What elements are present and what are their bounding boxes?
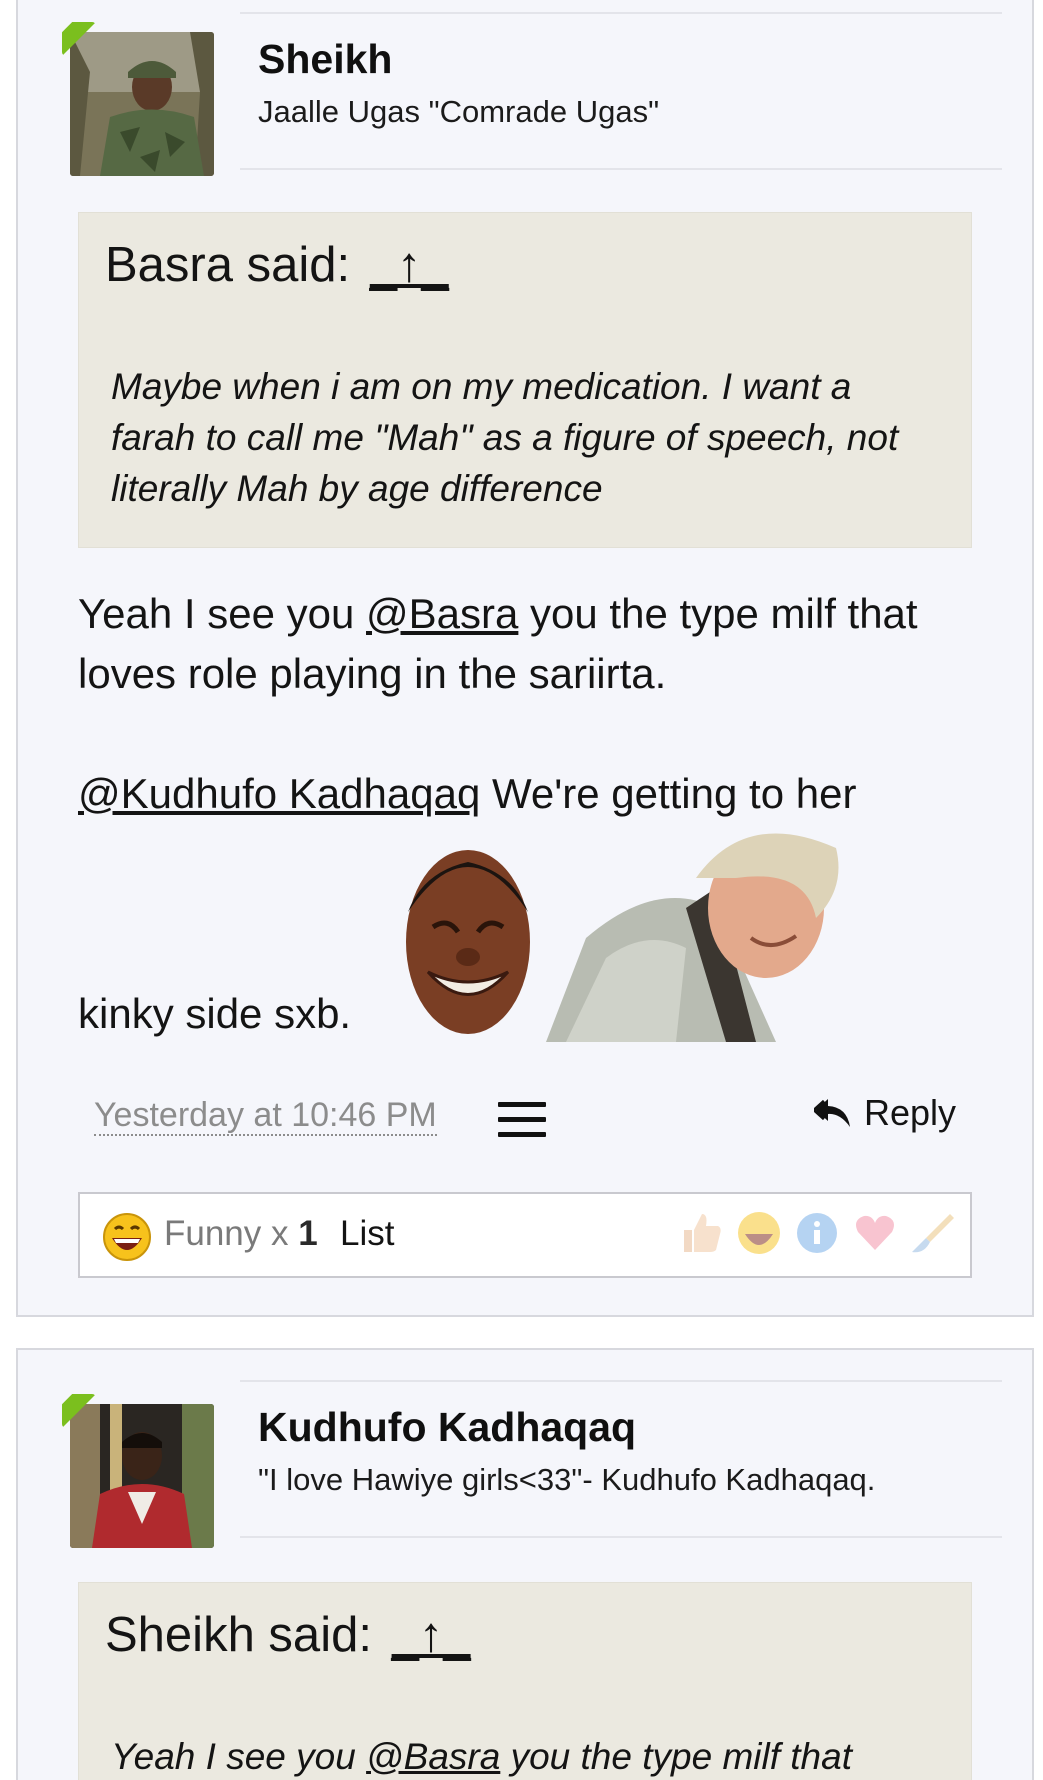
post-timestamp[interactable]: Yesterday at 10:46 PM [94,1096,437,1136]
menu-icon[interactable] [498,1102,546,1140]
quote-block: Basra said: _↑_ Maybe when i am on my me… [78,212,972,548]
reactions-bar: Funny x 1 List [78,1192,972,1278]
brush-icon[interactable] [910,1210,956,1256]
user-avatar-sheikh[interactable] [62,22,214,176]
avatar [70,1404,214,1548]
quote-block: Sheikh said: _↑_ Yeah I see you @Basra y… [78,1582,972,1780]
quote-jump-icon[interactable]: _↑_ [370,238,449,292]
like-icon[interactable] [678,1210,724,1256]
smiling-man-image [546,833,839,1042]
username[interactable]: Kudhufo Kadhaqaq [258,1404,636,1451]
reply-icon [813,1099,850,1127]
mention-basra[interactable]: @Basra [366,590,518,637]
message-body-2: @Kudhufo Kadhaqaq We're getting to her [78,764,978,824]
quote-jump-icon[interactable]: _↑_ [392,1608,471,1662]
funny-emoji-icon [103,1213,151,1261]
post-kudhufo: Kudhufo Kadhaqaq "I love Hawiye girls<33… [16,1348,1034,1780]
funny-reaction-icon[interactable] [736,1210,782,1256]
message-paragraph: Yeah I see you @Basra you the type milf … [78,584,978,704]
laughing-face-image [406,850,530,1034]
mention-basra[interactable]: @Basra [366,1736,500,1777]
quote-author: Basra said: _↑_ [105,237,449,293]
user-details: Kudhufo Kadhaqaq "I love Hawiye girls<33… [240,1380,1002,1538]
love-icon[interactable] [852,1210,898,1256]
reaction-label: Funny x [164,1214,299,1253]
quote-author-label: Basra said: [105,238,351,292]
user-title: Jaalle Ugas "Comrade Ugas" [258,94,660,129]
reaction-summary[interactable]: Funny x 1 [164,1214,318,1254]
quote-text-part: you the type milf that [500,1736,852,1777]
avatar [70,32,214,176]
mention-kudhufo[interactable]: @Kudhufo Kadhaqaq [78,770,480,817]
reaction-count: 1 [298,1214,318,1253]
message-text: We're getting to her [480,770,857,817]
user-details: Sheikh Jaalle Ugas "Comrade Ugas" [240,12,1002,170]
reply-label: Reply [863,1092,956,1133]
quote-text-part: Yeah I see you [111,1736,367,1777]
post-sheikh: Sheikh Jaalle Ugas "Comrade Ugas" Basra … [16,0,1034,1317]
message-text: kinky side sxb. [78,990,352,1037]
quote-author-label: Sheikh said: [105,1608,372,1662]
user-title: "I love Hawiye girls<33"- Kudhufo Kadhaq… [258,1462,876,1497]
message-text: Yeah I see you [78,590,367,637]
username[interactable]: Sheikh [258,36,392,83]
reaction-list-link[interactable]: List [340,1214,394,1254]
reaction-options [678,1210,956,1256]
quote-author: Sheikh said: _↑_ [105,1607,471,1663]
reply-button[interactable]: Reply [813,1092,956,1134]
quote-text: Yeah I see you @Basra you the type milf … [111,1731,941,1780]
user-avatar-kudhufo[interactable] [62,1394,214,1548]
message-body: Yeah I see you @Basra you the type milf … [78,584,978,704]
quote-text: Maybe when i am on my medication. I want… [111,366,899,509]
info-icon[interactable] [794,1210,840,1256]
